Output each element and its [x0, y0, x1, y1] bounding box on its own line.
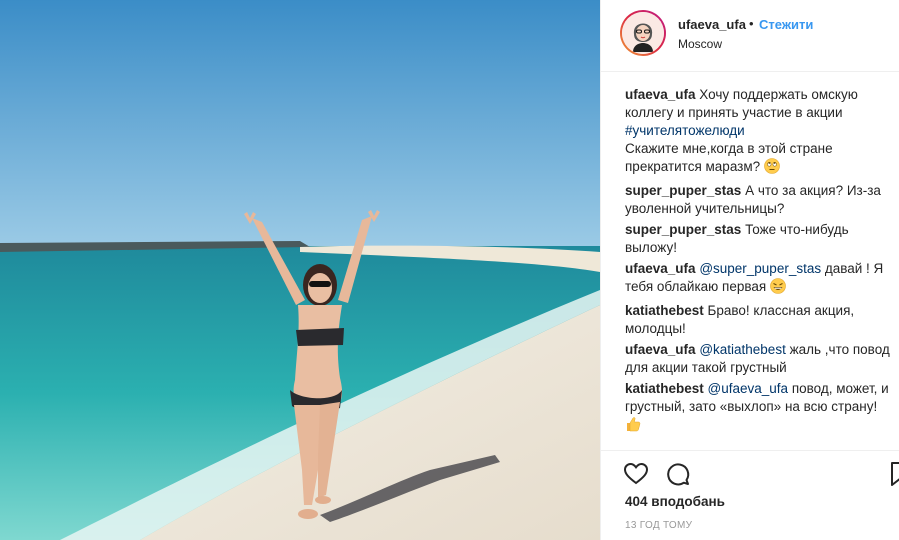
post-actions: 404 вподобань 13 ГОД ТОМУ — [601, 450, 899, 540]
avatar[interactable] — [620, 10, 666, 56]
comment-text-continued: Скажите мне,когда в этой стране прекрати… — [625, 141, 833, 174]
avatar-illustration — [622, 12, 664, 54]
comment-icon[interactable] — [665, 461, 691, 487]
post-header: ufaeva_ufa • Стежити Moscow — [601, 0, 899, 72]
hashtag-link[interactable]: #учителятожелюди — [625, 123, 745, 138]
comment: super_puper_stas Тоже что-нибудь выложу! — [625, 221, 890, 257]
comment-username[interactable]: ufaeva_ufa — [625, 261, 696, 276]
comment-caption: ufaeva_ufa Хочу поддержать омскую коллег… — [625, 86, 890, 179]
mention-link[interactable]: @ufaeva_ufa — [708, 381, 789, 396]
post-username[interactable]: ufaeva_ufa — [678, 17, 746, 32]
mention-link[interactable]: @katiathebest — [699, 342, 786, 357]
beach-photo-illustration — [0, 0, 600, 540]
bookmark-icon[interactable] — [889, 461, 899, 487]
likes-count[interactable]: 404 вподобань — [625, 494, 725, 509]
rolling-eyes-emoji — [764, 158, 780, 179]
comment: super_puper_stas А что за акция? Из-за у… — [625, 182, 890, 218]
comment-username[interactable]: super_puper_stas — [625, 222, 741, 237]
comment-username[interactable]: katiathebest — [625, 303, 704, 318]
comment: katiathebest Браво! классная акция, моло… — [625, 302, 890, 338]
comment-username[interactable]: super_puper_stas — [625, 183, 741, 198]
comment: ufaeva_ufa @super_puper_stas давай ! Я т… — [625, 260, 890, 299]
grinning-emoji — [770, 278, 786, 299]
post-timestamp[interactable]: 13 ГОД ТОМУ — [625, 520, 692, 531]
comments-list: ufaeva_ufa Хочу поддержать омскую коллег… — [625, 86, 890, 440]
heart-icon[interactable] — [623, 461, 649, 487]
separator-dot: • — [749, 16, 754, 31]
follow-button[interactable]: Стежити — [759, 17, 813, 32]
post-sidebar: ufaeva_ufa • Стежити Moscow ufaeva_ufa Х… — [600, 0, 899, 540]
comment: ufaeva_ufa @katiathebest жаль ,что повод… — [625, 341, 890, 377]
post-photo[interactable] — [0, 0, 600, 540]
comment: katiathebest @ufaeva_ufa повод, может, и… — [625, 380, 890, 437]
thumbs-up-emoji — [625, 416, 641, 437]
mention-link[interactable]: @super_puper_stas — [699, 261, 821, 276]
comment-username[interactable]: ufaeva_ufa — [625, 87, 696, 102]
post-location[interactable]: Moscow — [678, 37, 722, 51]
comment-username[interactable]: ufaeva_ufa — [625, 342, 696, 357]
comment-username[interactable]: katiathebest — [625, 381, 704, 396]
